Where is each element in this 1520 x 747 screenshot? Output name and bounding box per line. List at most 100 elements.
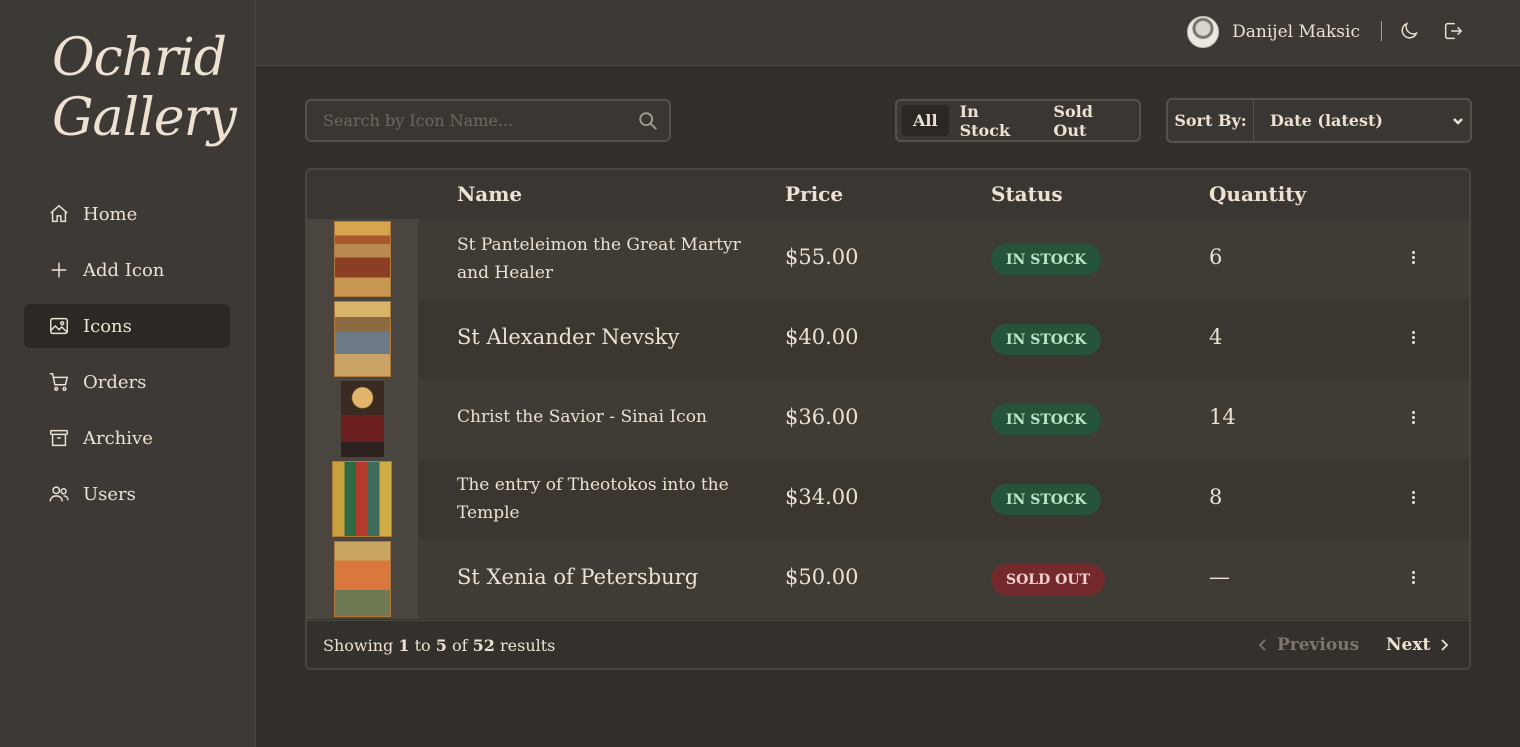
sidebar-item-label: Archive bbox=[83, 427, 153, 449]
sidebar-item-users[interactable]: Users bbox=[24, 472, 230, 516]
status-badge: IN STOCK bbox=[991, 404, 1102, 435]
table-row[interactable]: St Panteleimon the Great Martyr and Heal… bbox=[307, 219, 1469, 299]
thumbnail-cell bbox=[307, 299, 418, 379]
user-name: Danijel Maksic bbox=[1232, 22, 1360, 42]
stock-filter: All In Stock Sold Out bbox=[895, 99, 1141, 142]
thumbnail-cell bbox=[307, 539, 418, 619]
brand-line2: Gallery bbox=[52, 88, 237, 148]
row-actions-menu[interactable] bbox=[1403, 329, 1423, 349]
results-summary: Showing 1 to 5 of 52 results bbox=[323, 636, 555, 655]
filter-sold-out-button[interactable]: Sold Out bbox=[1042, 102, 1139, 140]
sidebar-item-label: Icons bbox=[83, 315, 132, 337]
header-divider bbox=[1381, 21, 1382, 41]
column-header-name[interactable]: Name bbox=[457, 182, 522, 206]
icon-name: The entry of Theotokos into the Temple bbox=[457, 475, 729, 523]
user-menu[interactable]: Danijel Maksic bbox=[1187, 16, 1360, 48]
icon-name: St Panteleimon the Great Martyr and Heal… bbox=[457, 235, 741, 283]
top-bar: Danijel Maksic bbox=[256, 0, 1520, 66]
previous-label: Previous bbox=[1277, 635, 1360, 655]
thumbnail-cell bbox=[307, 379, 418, 459]
logout-icon[interactable] bbox=[1442, 20, 1464, 42]
to-word: to bbox=[414, 636, 431, 655]
filter-in-stock-button[interactable]: In Stock bbox=[949, 102, 1043, 140]
chevron-right-icon bbox=[1441, 639, 1449, 651]
icon-thumbnail[interactable] bbox=[334, 221, 391, 297]
column-header-status[interactable]: Status bbox=[991, 182, 1063, 206]
results-to: 5 bbox=[435, 636, 447, 655]
row-actions-menu[interactable] bbox=[1403, 489, 1423, 509]
cart-icon bbox=[49, 373, 69, 391]
sidebar-item-add-icon[interactable]: Add Icon bbox=[24, 248, 230, 292]
table-footer: Showing 1 to 5 of 52 results Previous Ne… bbox=[307, 620, 1469, 668]
status-badge: IN STOCK bbox=[991, 244, 1102, 275]
next-label: Next bbox=[1386, 635, 1431, 655]
search-box bbox=[305, 99, 671, 142]
icon-quantity: — bbox=[1209, 565, 1230, 589]
sidebar-item-home[interactable]: Home bbox=[24, 192, 230, 236]
search-icon[interactable] bbox=[637, 110, 659, 132]
sort-label: Sort By: bbox=[1168, 100, 1254, 141]
icon-quantity: 8 bbox=[1209, 485, 1223, 509]
sort-selected-value: Date (latest) bbox=[1270, 111, 1383, 130]
thumbnail-cell bbox=[307, 219, 418, 299]
showing-word: Showing bbox=[323, 636, 394, 655]
avatar bbox=[1187, 16, 1220, 48]
icon-price: $34.00 bbox=[785, 485, 859, 509]
users-icon bbox=[49, 486, 69, 502]
sidebar-item-icons[interactable]: Icons bbox=[24, 304, 230, 348]
sidebar-item-label: Orders bbox=[83, 371, 147, 393]
sort-select[interactable]: Date (latest) bbox=[1254, 111, 1470, 130]
results-total: 52 bbox=[472, 636, 495, 655]
image-icon bbox=[50, 317, 68, 335]
status-badge: IN STOCK bbox=[991, 324, 1102, 355]
column-header-price[interactable]: Price bbox=[785, 182, 843, 206]
search-input[interactable] bbox=[307, 110, 637, 131]
icon-price: $50.00 bbox=[785, 565, 859, 589]
previous-page-button[interactable]: Previous bbox=[1257, 635, 1359, 655]
icon-name: St Xenia of Petersburg bbox=[457, 565, 699, 589]
sidebar-item-label: Add Icon bbox=[83, 259, 165, 281]
icons-table: Name Price Status Quantity St Panteleimo… bbox=[305, 168, 1471, 670]
icon-quantity: 6 bbox=[1209, 245, 1223, 269]
table-header: Name Price Status Quantity bbox=[307, 170, 1469, 220]
column-header-quantity[interactable]: Quantity bbox=[1209, 182, 1306, 206]
table-row[interactable]: St Alexander Nevsky $40.00 IN STOCK 4 bbox=[307, 299, 1469, 379]
plus-icon bbox=[51, 262, 67, 278]
sidebar-item-label: Home bbox=[83, 203, 138, 225]
status-badge: SOLD OUT bbox=[991, 564, 1105, 595]
table-row[interactable]: The entry of Theotokos into the Temple $… bbox=[307, 459, 1469, 539]
chevron-left-icon bbox=[1258, 639, 1266, 651]
chevron-down-icon bbox=[1453, 117, 1463, 125]
sidebar-item-label: Users bbox=[83, 483, 136, 505]
brand-line1: Ochrid bbox=[52, 28, 227, 88]
results-from: 1 bbox=[398, 636, 410, 655]
of-word: of bbox=[451, 636, 468, 655]
filter-all-button[interactable]: All bbox=[902, 105, 949, 136]
icon-thumbnail[interactable] bbox=[332, 461, 392, 537]
archive-icon bbox=[50, 429, 68, 447]
home-icon bbox=[50, 204, 68, 223]
icon-thumbnail[interactable] bbox=[341, 381, 384, 457]
icon-thumbnail[interactable] bbox=[334, 301, 391, 377]
table-row[interactable]: Christ the Savior - Sinai Icon $36.00 IN… bbox=[307, 379, 1469, 459]
brand-logo[interactable]: Ochrid Gallery bbox=[52, 28, 237, 148]
status-badge: IN STOCK bbox=[991, 484, 1102, 515]
sort-control: Sort By: Date (latest) bbox=[1166, 98, 1472, 143]
icon-thumbnail[interactable] bbox=[334, 541, 391, 617]
results-word: results bbox=[500, 636, 556, 655]
icon-price: $55.00 bbox=[785, 245, 859, 269]
table-row[interactable]: St Xenia of Petersburg $50.00 SOLD OUT — bbox=[307, 539, 1469, 619]
icon-name: Christ the Savior - Sinai Icon bbox=[457, 407, 707, 427]
thumbnail-cell bbox=[307, 459, 418, 539]
row-actions-menu[interactable] bbox=[1403, 569, 1423, 589]
icon-name: St Alexander Nevsky bbox=[457, 325, 680, 349]
icon-quantity: 14 bbox=[1209, 405, 1236, 429]
icon-quantity: 4 bbox=[1209, 325, 1223, 349]
next-page-button[interactable]: Next bbox=[1386, 635, 1450, 655]
row-actions-menu[interactable] bbox=[1403, 249, 1423, 269]
sidebar-nav: Home Add Icon Icons Orders Archive Users bbox=[24, 192, 230, 528]
sidebar-item-archive[interactable]: Archive bbox=[24, 416, 230, 460]
sidebar-item-orders[interactable]: Orders bbox=[24, 360, 230, 404]
row-actions-menu[interactable] bbox=[1403, 409, 1423, 429]
moon-icon[interactable] bbox=[1398, 20, 1420, 42]
